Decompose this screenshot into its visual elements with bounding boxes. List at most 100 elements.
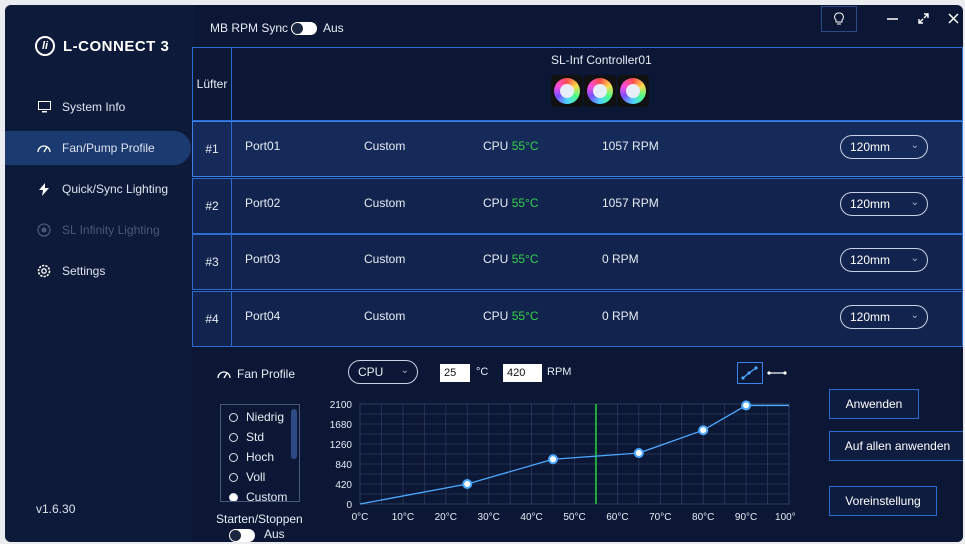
lianli-logo-icon: li [35, 36, 55, 56]
port-rpm: 0 RPM [602, 252, 639, 266]
port-row-4[interactable]: #4 Port04 Custom CPU 55°C 0 RPM 120mm ⌄ [192, 291, 963, 347]
preset-label: Custom [246, 490, 288, 502]
y-tick-label: 420 [335, 480, 352, 491]
app-logo: li L-CONNECT 3 [35, 36, 169, 56]
controller-name: SL-Inf Controller01 [551, 53, 652, 67]
chevron-down-icon: ⌄ [910, 310, 919, 321]
x-tick-label: 20°C [435, 512, 457, 523]
fan-image [584, 75, 616, 107]
gauge-icon [36, 140, 52, 156]
fan-size-value: 120mm [850, 310, 891, 324]
preset-scrollbar[interactable] [291, 409, 297, 459]
default-button[interactable]: Voreinstellung [829, 486, 937, 516]
port-sensor: CPU 55°C [483, 252, 539, 266]
chevron-down-icon: ⌄ [400, 365, 409, 376]
x-tick-label: 90°C [735, 512, 757, 523]
curve-point[interactable] [698, 425, 709, 436]
temp-input[interactable] [440, 364, 470, 382]
radio-icon [229, 432, 238, 442]
fan-size-select[interactable]: 120mm ⌄ [840, 248, 928, 272]
sensor-temp: 55°C [511, 139, 539, 153]
temp-unit: °C [476, 366, 489, 378]
curve-point[interactable] [548, 454, 559, 465]
top-bar: MB RPM Sync Aus [195, 5, 963, 47]
sidebar: li L-CONNECT 3 System Info Fan/Pump Prof… [5, 5, 195, 542]
sidebar-item-fan-pump-profile[interactable]: Fan/Pump Profile [5, 131, 191, 165]
fan-size-select[interactable]: 120mm ⌄ [840, 192, 928, 216]
fan-size-value: 120mm [850, 197, 891, 211]
sensor-temp: 55°C [511, 309, 539, 323]
rpm-unit: RPM [547, 366, 572, 378]
sidebar-item-quick-sync-lighting[interactable]: Quick/Sync Lighting [5, 172, 191, 206]
curve-mode-button[interactable] [737, 362, 763, 384]
sensor-name: CPU [483, 139, 509, 153]
fan-size-select[interactable]: 120mm ⌄ [840, 135, 928, 159]
fan-profile-text: Fan Profile [237, 367, 296, 381]
mb-rpm-sync-state: Aus [323, 21, 344, 35]
port-row-1[interactable]: #1 Port01 Custom CPU 55°C 1057 RPM 120mm… [192, 121, 963, 177]
preset-option[interactable]: Custom [229, 490, 288, 502]
start-stop-state: Aus [264, 527, 285, 541]
fan-profile-panel: Fan Profile CPU ⌄ °C RPM Niedrig Std Hoc… [192, 347, 963, 542]
port-mode: Custom [364, 196, 406, 210]
controller-fan-images [551, 75, 649, 107]
temp-source-select[interactable]: CPU ⌄ [348, 360, 418, 384]
apply-all-button[interactable]: Auf allen anwenden [829, 431, 963, 461]
port-row-3[interactable]: #3 Port03 Custom CPU 55°C 0 RPM 120mm ⌄ [192, 234, 963, 290]
curve-point[interactable] [462, 479, 473, 489]
curve-point[interactable] [741, 400, 752, 411]
infinity-icon [36, 222, 52, 238]
fan-curve-chart[interactable]: 0 420 840 1260 1680 2100 0°C 10°C 20°C 30°C 40°C 50… [320, 395, 795, 525]
port-number: #1 [193, 122, 232, 176]
y-tick-label: 2100 [330, 400, 353, 411]
preset-label: Niedrig [246, 410, 285, 424]
start-stop-label: Starten/Stoppen [216, 512, 303, 526]
x-tick-label: 50°C [563, 512, 585, 523]
preset-option[interactable]: Std [229, 430, 264, 444]
app-window: li L-CONNECT 3 System Info Fan/Pump Prof… [5, 5, 963, 542]
y-tick-label: 1260 [330, 440, 353, 451]
sidebar-item-label: Quick/Sync Lighting [62, 182, 169, 196]
fan-image [617, 75, 649, 107]
gear-icon [36, 263, 52, 279]
x-tick-label: 0°C [352, 512, 369, 523]
port-number: #2 [193, 179, 232, 233]
fan-size-select[interactable]: 120mm ⌄ [840, 305, 928, 329]
start-stop-toggle[interactable] [229, 529, 255, 542]
bulb-button[interactable] [821, 6, 857, 32]
sensor-name: CPU [483, 196, 509, 210]
version-label: v1.6.30 [36, 502, 76, 516]
rpm-input[interactable] [503, 364, 542, 382]
sensor-name: CPU [483, 252, 509, 266]
curve-point[interactable] [633, 448, 644, 459]
maximize-button[interactable] [910, 5, 936, 31]
monitor-icon [36, 99, 52, 115]
sidebar-item-label: Fan/Pump Profile [62, 141, 155, 155]
mb-rpm-sync-toggle[interactable] [291, 22, 317, 35]
chevron-down-icon: ⌄ [910, 253, 919, 264]
preset-option[interactable]: Niedrig [229, 410, 284, 424]
port-row-2[interactable]: #2 Port02 Custom CPU 55°C 1057 RPM 120mm… [192, 178, 963, 234]
x-tick-label: 70°C [649, 512, 671, 523]
gauge-icon [217, 371, 231, 379]
port-rpm: 1057 RPM [602, 196, 659, 210]
sidebar-item-settings[interactable]: Settings [5, 254, 191, 288]
port-rpm: 1057 RPM [602, 139, 659, 153]
apply-button[interactable]: Anwenden [829, 389, 919, 419]
port-mode: Custom [364, 252, 406, 266]
fan-column-label: Lüfter [193, 48, 232, 120]
preset-option[interactable]: Voll [229, 470, 265, 484]
sensor-temp: 55°C [511, 196, 539, 210]
port-name: Port01 [245, 139, 281, 153]
sidebar-item-sl-infinity-lighting[interactable]: SL Infinity Lighting [5, 213, 191, 247]
port-rpm: 0 RPM [602, 309, 639, 323]
fan-size-value: 120mm [850, 253, 891, 267]
preset-option[interactable]: Hoch [229, 450, 274, 464]
preset-label: Hoch [246, 450, 275, 464]
minimize-button[interactable] [879, 5, 905, 31]
sidebar-item-system-info[interactable]: System Info [5, 90, 191, 124]
flat-mode-button[interactable] [764, 362, 790, 384]
close-icon [947, 12, 959, 24]
close-button[interactable] [940, 5, 963, 31]
curve-icon [741, 366, 758, 380]
